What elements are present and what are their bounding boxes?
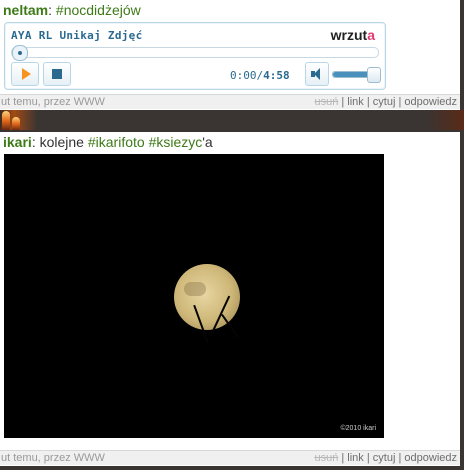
stop-button[interactable] xyxy=(43,62,71,86)
seek-knob[interactable] xyxy=(12,45,28,61)
post-neltam: neltam: #nocdidżejów AYA RL Unikaj Zdjęć… xyxy=(0,0,464,110)
post-footer: ut temu, przez WWW usuń | link | cytuj |… xyxy=(0,94,460,109)
post-header: neltam: #nocdidżejów xyxy=(0,0,460,21)
photo-credit: ©2010 ikari xyxy=(340,425,376,432)
post-meta: ut temu, przez WWW xyxy=(1,452,105,464)
volume-slider[interactable] xyxy=(332,67,382,83)
username-link[interactable]: neltam xyxy=(3,2,48,18)
permalink-link[interactable]: link xyxy=(347,96,364,108)
reply-link[interactable]: odpowiedz xyxy=(404,96,457,108)
separator: : xyxy=(48,2,53,18)
username-link[interactable]: ikari xyxy=(3,134,32,150)
audio-player: AYA RL Unikaj Zdjęć wrzuta 0:00/4:58 xyxy=(4,22,386,90)
delete-link[interactable]: usuń xyxy=(314,452,338,464)
post-header: ikari: kolejne #ikarifoto #ksiezyc'a xyxy=(0,132,460,153)
track-title: AYA RL Unikaj Zdjęć xyxy=(11,29,143,42)
separator: : xyxy=(31,134,36,150)
post-meta: ut temu, przez WWW xyxy=(1,96,105,108)
reply-link[interactable]: odpowiedz xyxy=(404,452,457,464)
permalink-link[interactable]: link xyxy=(347,452,364,464)
hashtag-link[interactable]: #ksiezyc xyxy=(149,134,203,150)
fire-decoration xyxy=(0,110,464,132)
delete-link[interactable]: usuń xyxy=(314,96,338,108)
volume-knob[interactable] xyxy=(367,67,382,83)
time-total: 4:58 xyxy=(263,69,290,82)
volume-icon[interactable] xyxy=(305,62,329,86)
post-text: kolejne xyxy=(39,134,84,150)
moon-image xyxy=(174,264,240,330)
wrzuta-logo[interactable]: wrzuta xyxy=(331,27,375,43)
post-actions: usuń | link | cytuj | odpowiedz xyxy=(314,452,457,464)
post-actions: usuń | link | cytuj | odpowiedz xyxy=(314,96,457,108)
hashtag-link[interactable]: #nocdidżejów xyxy=(56,2,141,18)
seek-bar[interactable] xyxy=(11,45,379,61)
post-text-suffix: 'a xyxy=(202,134,213,150)
post-footer: ut temu, przez WWW usuń | link | cytuj |… xyxy=(0,450,460,465)
time-display: 0:00/4:58 xyxy=(230,69,290,82)
hashtag-link[interactable]: #ikarifoto xyxy=(88,134,145,150)
flame-decoration xyxy=(12,117,20,131)
quote-link[interactable]: cytuj xyxy=(373,96,396,108)
play-button[interactable] xyxy=(11,62,39,86)
moon-photo[interactable]: ©2010 ikari xyxy=(4,154,384,438)
quote-link[interactable]: cytuj xyxy=(373,452,396,464)
post-ikari: ikari: kolejne #ikarifoto #ksiezyc'a ©20… xyxy=(0,132,464,466)
time-current: 0:00 xyxy=(230,69,257,82)
flame-decoration xyxy=(2,111,10,131)
